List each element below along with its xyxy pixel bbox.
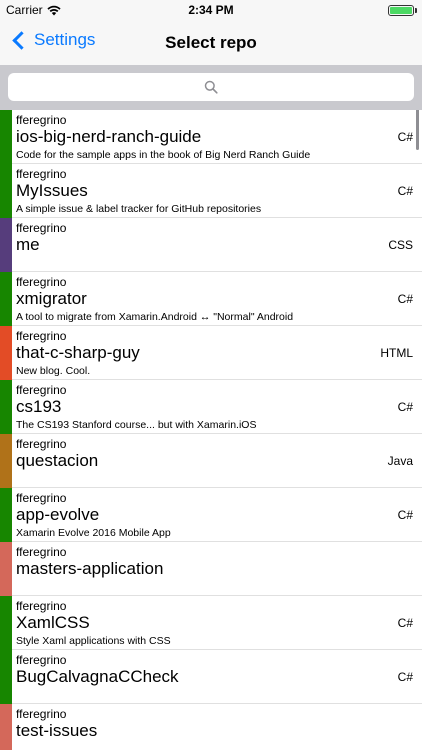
repo-name: BugCalvagnaCCheck [16, 667, 179, 686]
repo-language: C# [397, 616, 413, 630]
repo-owner: fferegrino [16, 707, 67, 721]
repo-name: masters-application [16, 559, 164, 578]
repo-name: me [16, 235, 40, 254]
repo-name: XamlCSS [16, 613, 90, 632]
language-color-bar [0, 650, 12, 704]
repo-language: Java [387, 454, 413, 468]
repo-language: C# [397, 130, 413, 144]
language-color-bar [0, 272, 12, 326]
repo-language: C# [397, 670, 413, 684]
repo-description: Code for the sample apps in the book of … [16, 149, 311, 161]
repo-language: C# [397, 400, 413, 414]
repo-language: CSS [388, 238, 413, 252]
repo-owner: fferegrino [16, 599, 67, 613]
repo-row[interactable]: fferegrino masters-application [0, 542, 422, 596]
navigation-bar: Settings Select repo [0, 20, 422, 65]
repo-row[interactable]: fferegrino xmigrator A tool to migrate fro… [0, 272, 422, 326]
search-input[interactable] [8, 73, 414, 101]
language-color-bar [0, 380, 12, 434]
repo-list[interactable]: fferegrino ios-big-nerd-ranch-guide Code f… [0, 110, 422, 750]
repo-row[interactable]: fferegrino ios-big-nerd-ranch-guide Code f… [0, 110, 422, 164]
battery-level [390, 7, 412, 14]
repo-row[interactable]: fferegrino that-c-sharp-guy New blog. Cool… [0, 326, 422, 380]
language-color-bar [0, 596, 12, 650]
repo-row[interactable]: fferegrino XamlCSS Style Xaml applications… [0, 596, 422, 650]
repo-owner: fferegrino [16, 383, 67, 397]
repo-owner: fferegrino [16, 329, 67, 343]
repo-name: that-c-sharp-guy [16, 343, 140, 362]
repo-owner: fferegrino [16, 653, 67, 667]
repo-name: cs193 [16, 397, 62, 416]
language-color-bar [0, 488, 12, 542]
battery-cap [415, 8, 417, 13]
repo-row[interactable]: fferegrino cs193 The CS193 Stanford course… [0, 380, 422, 434]
repo-description: Xamarin Evolve 2016 Mobile App [16, 527, 171, 539]
status-bar: Carrier 2:34 PM [0, 0, 422, 20]
repo-name: xmigrator [16, 289, 87, 308]
repo-owner: fferegrino [16, 545, 67, 559]
battery-icon [388, 5, 414, 16]
search-icon [204, 80, 218, 94]
language-color-bar [0, 542, 12, 596]
repo-owner: fferegrino [16, 221, 67, 235]
repo-description: A tool to migrate from Xamarin.Android ↔… [16, 311, 294, 323]
repo-name: questacion [16, 451, 99, 470]
repo-language: HTML [380, 346, 413, 360]
repo-owner: fferegrino [16, 437, 67, 451]
page-title: Select repo [165, 33, 257, 52]
language-color-bar [0, 218, 12, 272]
repo-description: Style Xaml applications with CSS [16, 635, 171, 647]
repo-description: The CS193 Stanford course... but with Xa… [16, 419, 257, 431]
repo-owner: fferegrino [16, 113, 67, 127]
language-color-bar [0, 326, 12, 380]
language-color-bar [0, 164, 12, 218]
repo-name: ios-big-nerd-ranch-guide [16, 127, 202, 146]
status-time: 2:34 PM [188, 3, 234, 17]
search-bar [0, 65, 422, 110]
repo-name: test-issues [16, 721, 98, 740]
repo-owner: fferegrino [16, 275, 67, 289]
repo-row[interactable]: fferegrino me CSS [0, 218, 422, 272]
language-color-bar [0, 704, 12, 750]
repo-row[interactable]: fferegrino test-issues [0, 704, 422, 750]
repo-row[interactable]: fferegrino BugCalvagnaCCheck C# [0, 650, 422, 704]
repo-language: C# [397, 508, 413, 522]
repo-row[interactable]: fferegrino MyIssues A simple issue & label… [0, 164, 422, 218]
repo-description: A simple issue & label tracker for GitHu… [16, 203, 262, 215]
repo-row[interactable]: fferegrino app-evolve Xamarin Evolve 2016 … [0, 488, 422, 542]
repo-language: C# [397, 292, 413, 306]
repo-name: MyIssues [16, 181, 88, 200]
language-color-bar [0, 110, 12, 164]
repo-language: C# [397, 184, 413, 198]
repo-owner: fferegrino [16, 167, 67, 181]
language-color-bar [0, 434, 12, 488]
repo-owner: fferegrino [16, 491, 67, 505]
repo-description: New blog. Cool. [16, 365, 91, 377]
repo-row[interactable]: fferegrino questacion Java [0, 434, 422, 488]
repo-name: app-evolve [16, 505, 100, 524]
